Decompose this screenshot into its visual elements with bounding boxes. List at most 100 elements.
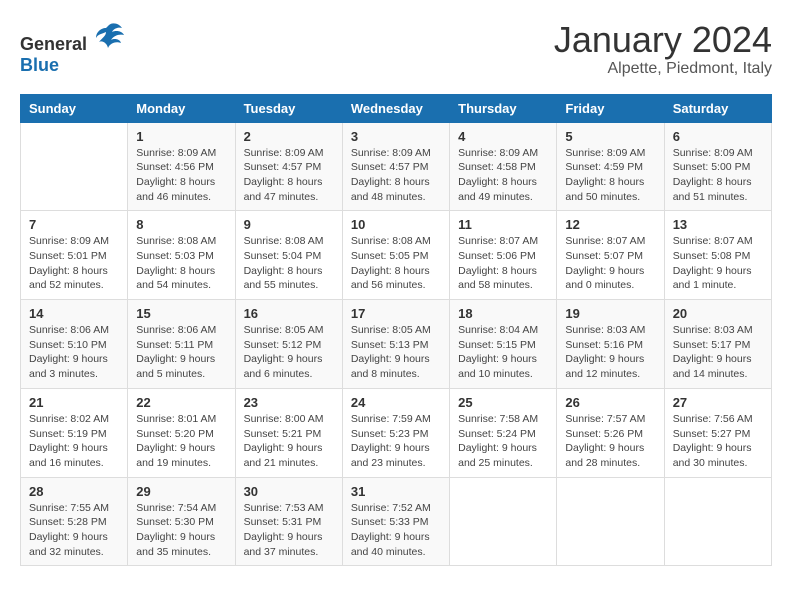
day-number: 27 xyxy=(673,395,763,410)
day-number: 18 xyxy=(458,306,548,321)
day-info: Sunrise: 8:01 AMSunset: 5:20 PMDaylight:… xyxy=(136,412,226,471)
logo: General Blue xyxy=(20,20,124,76)
calendar-cell: 5Sunrise: 8:09 AMSunset: 4:59 PMDaylight… xyxy=(557,122,664,211)
day-number: 31 xyxy=(351,484,441,499)
calendar-cell: 8 Sunrise: 8:08 AMSunset: 5:03 PMDaylight… xyxy=(128,211,235,300)
day-info: Sunrise: 8:03 AMSunset: 5:17 PMDaylight:… xyxy=(673,323,763,382)
calendar-header-monday: Monday xyxy=(128,94,235,122)
day-number: 9 xyxy=(244,217,334,232)
calendar-header-row: SundayMondayTuesdayWednesdayThursdayFrid… xyxy=(21,94,772,122)
day-number: 3 xyxy=(351,129,441,144)
day-info: Sunrise: 7:55 AMSunset: 5:28 PMDaylight:… xyxy=(29,501,119,560)
calendar-cell xyxy=(450,477,557,566)
location-title: Alpette, Piedmont, Italy xyxy=(554,60,772,78)
day-number: 2 xyxy=(244,129,334,144)
calendar-header-thursday: Thursday xyxy=(450,94,557,122)
calendar-cell: 14 Sunrise: 8:06 AMSunset: 5:10 PMDayligh… xyxy=(21,300,128,389)
title-section: January 2024 Alpette, Piedmont, Italy xyxy=(554,20,772,78)
calendar-cell: 2 Sunrise: 8:09 AMSunset: 4:57 PMDaylight… xyxy=(235,122,342,211)
day-info: Sunrise: 7:54 AMSunset: 5:30 PMDaylight:… xyxy=(136,501,226,560)
calendar-header-sunday: Sunday xyxy=(21,94,128,122)
calendar-cell: 27 Sunrise: 7:56 AMSunset: 5:27 PMDayligh… xyxy=(664,388,771,477)
day-info: Sunrise: 7:52 AMSunset: 5:33 PMDaylight:… xyxy=(351,501,441,560)
calendar-header-friday: Friday xyxy=(557,94,664,122)
day-info: Sunrise: 8:07 AMSunset: 5:06 PMDaylight:… xyxy=(458,234,548,293)
day-info: Sunrise: 7:56 AMSunset: 5:27 PMDaylight:… xyxy=(673,412,763,471)
day-info: Sunrise: 8:06 AMSunset: 5:10 PMDaylight:… xyxy=(29,323,119,382)
day-number: 6 xyxy=(673,129,763,144)
calendar-cell: 17 Sunrise: 8:05 AMSunset: 5:13 PMDayligh… xyxy=(342,300,449,389)
day-info: Sunrise: 7:58 AMSunset: 5:24 PMDaylight:… xyxy=(458,412,548,471)
day-info: Sunrise: 8:05 AMSunset: 5:13 PMDaylight:… xyxy=(351,323,441,382)
calendar-week-row: 1 Sunrise: 8:09 AMSunset: 4:56 PMDaylight… xyxy=(21,122,772,211)
calendar-cell: 3 Sunrise: 8:09 AMSunset: 4:57 PMDaylight… xyxy=(342,122,449,211)
calendar-cell xyxy=(557,477,664,566)
calendar-cell: 26 Sunrise: 7:57 AMSunset: 5:26 PMDayligh… xyxy=(557,388,664,477)
month-title: January 2024 xyxy=(554,20,772,60)
calendar-cell: 9Sunrise: 8:08 AMSunset: 5:04 PMDaylight… xyxy=(235,211,342,300)
day-info: Sunrise: 7:53 AMSunset: 5:31 PMDaylight:… xyxy=(244,501,334,560)
calendar-cell: 10 Sunrise: 8:08 AMSunset: 5:05 PMDayligh… xyxy=(342,211,449,300)
calendar-cell: 29 Sunrise: 7:54 AMSunset: 5:30 PMDayligh… xyxy=(128,477,235,566)
calendar-cell: 15Sunrise: 8:06 AMSunset: 5:11 PMDayligh… xyxy=(128,300,235,389)
day-number: 26 xyxy=(565,395,655,410)
day-info: Sunrise: 8:08 AMSunset: 5:03 PMDaylight:… xyxy=(136,234,226,293)
calendar-cell: 16Sunrise: 8:05 AMSunset: 5:12 PMDayligh… xyxy=(235,300,342,389)
day-number: 17 xyxy=(351,306,441,321)
day-number: 14 xyxy=(29,306,119,321)
day-number: 16 xyxy=(244,306,334,321)
day-info: Sunrise: 7:59 AMSunset: 5:23 PMDaylight:… xyxy=(351,412,441,471)
calendar-cell: 18Sunrise: 8:04 AMSunset: 5:15 PMDayligh… xyxy=(450,300,557,389)
calendar-cell: 22Sunrise: 8:01 AMSunset: 5:20 PMDayligh… xyxy=(128,388,235,477)
logo-container: General Blue xyxy=(20,20,124,76)
calendar-cell: 12Sunrise: 8:07 AMSunset: 5:07 PMDayligh… xyxy=(557,211,664,300)
day-number: 8 xyxy=(136,217,226,232)
calendar-cell: 6 Sunrise: 8:09 AMSunset: 5:00 PMDaylight… xyxy=(664,122,771,211)
calendar-cell: 23 Sunrise: 8:00 AMSunset: 5:21 PMDayligh… xyxy=(235,388,342,477)
day-number: 13 xyxy=(673,217,763,232)
day-number: 7 xyxy=(29,217,119,232)
day-number: 25 xyxy=(458,395,548,410)
logo-blue-text: Blue xyxy=(20,55,59,75)
day-info: Sunrise: 8:09 AMSunset: 4:57 PMDaylight:… xyxy=(351,146,441,205)
day-info: Sunrise: 7:57 AMSunset: 5:26 PMDaylight:… xyxy=(565,412,655,471)
calendar-cell: 21 Sunrise: 8:02 AMSunset: 5:19 PMDayligh… xyxy=(21,388,128,477)
day-info: Sunrise: 8:09 AMSunset: 5:01 PMDaylight:… xyxy=(29,234,119,293)
calendar-cell: 28 Sunrise: 7:55 AMSunset: 5:28 PMDayligh… xyxy=(21,477,128,566)
day-number: 1 xyxy=(136,129,226,144)
day-info: Sunrise: 8:06 AMSunset: 5:11 PMDaylight:… xyxy=(136,323,226,382)
calendar-cell xyxy=(21,122,128,211)
calendar-cell: 25 Sunrise: 7:58 AMSunset: 5:24 PMDayligh… xyxy=(450,388,557,477)
day-info: Sunrise: 8:07 AMSunset: 5:08 PMDaylight:… xyxy=(673,234,763,293)
calendar-cell: 7 Sunrise: 8:09 AMSunset: 5:01 PMDaylight… xyxy=(21,211,128,300)
day-info: Sunrise: 8:09 AMSunset: 4:57 PMDaylight:… xyxy=(244,146,334,205)
calendar-cell: 31 Sunrise: 7:52 AMSunset: 5:33 PMDayligh… xyxy=(342,477,449,566)
day-info: Sunrise: 8:09 AMSunset: 5:00 PMDaylight:… xyxy=(673,146,763,205)
day-info: Sunrise: 8:00 AMSunset: 5:21 PMDaylight:… xyxy=(244,412,334,471)
day-info: Sunrise: 8:09 AMSunset: 4:56 PMDaylight:… xyxy=(136,146,226,205)
calendar-header-tuesday: Tuesday xyxy=(235,94,342,122)
calendar-cell: 20 Sunrise: 8:03 AMSunset: 5:17 PMDayligh… xyxy=(664,300,771,389)
day-number: 30 xyxy=(244,484,334,499)
calendar-cell: 1 Sunrise: 8:09 AMSunset: 4:56 PMDaylight… xyxy=(128,122,235,211)
day-info: Sunrise: 8:08 AMSunset: 5:05 PMDaylight:… xyxy=(351,234,441,293)
day-number: 23 xyxy=(244,395,334,410)
calendar-cell: 11 Sunrise: 8:07 AMSunset: 5:06 PMDayligh… xyxy=(450,211,557,300)
day-number: 29 xyxy=(136,484,226,499)
day-info: Sunrise: 8:02 AMSunset: 5:19 PMDaylight:… xyxy=(29,412,119,471)
calendar-table: SundayMondayTuesdayWednesdayThursdayFrid… xyxy=(20,94,772,567)
logo-bird-icon xyxy=(94,20,124,50)
day-number: 12 xyxy=(565,217,655,232)
page-header: General Blue January 2024 Alpette, Piedm… xyxy=(20,20,772,78)
day-number: 28 xyxy=(29,484,119,499)
day-info: Sunrise: 8:09 AMSunset: 4:58 PMDaylight:… xyxy=(458,146,548,205)
day-number: 10 xyxy=(351,217,441,232)
day-number: 5 xyxy=(565,129,655,144)
calendar-cell: 4Sunrise: 8:09 AMSunset: 4:58 PMDaylight… xyxy=(450,122,557,211)
day-number: 20 xyxy=(673,306,763,321)
calendar-cell: 30 Sunrise: 7:53 AMSunset: 5:31 PMDayligh… xyxy=(235,477,342,566)
day-number: 21 xyxy=(29,395,119,410)
calendar-week-row: 7 Sunrise: 8:09 AMSunset: 5:01 PMDaylight… xyxy=(21,211,772,300)
day-number: 11 xyxy=(458,217,548,232)
calendar-cell xyxy=(664,477,771,566)
